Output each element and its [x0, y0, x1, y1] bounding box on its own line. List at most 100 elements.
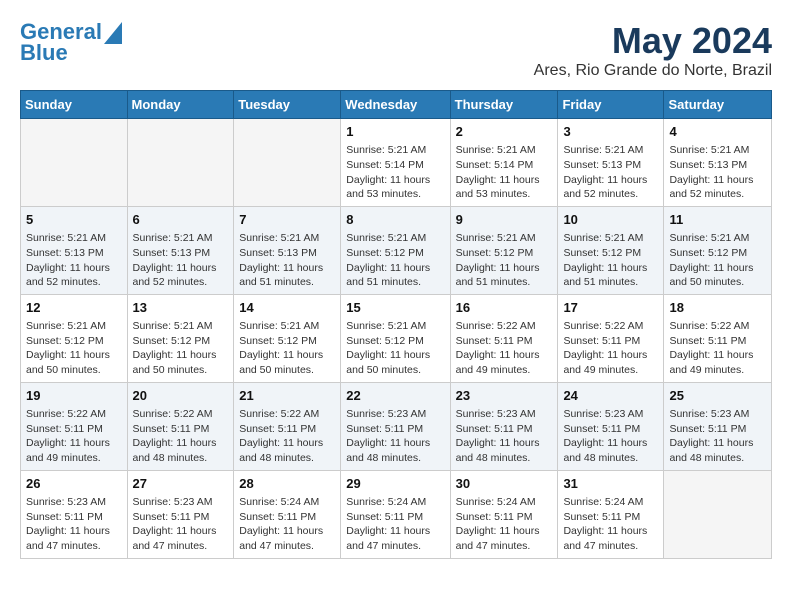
day-number: 9	[456, 211, 553, 229]
logo: General Blue	[20, 20, 122, 66]
header-wednesday: Wednesday	[341, 91, 450, 119]
day-info: Sunrise: 5:21 AM Sunset: 5:12 PM Dayligh…	[26, 319, 122, 378]
calendar-cell: 24 Sunrise: 5:23 AM Sunset: 5:11 PM Dayli…	[558, 382, 664, 470]
day-info: Sunrise: 5:22 AM Sunset: 5:11 PM Dayligh…	[133, 407, 229, 466]
calendar-cell: 17 Sunrise: 5:22 AM Sunset: 5:11 PM Dayli…	[558, 294, 664, 382]
day-number: 22	[346, 387, 444, 405]
day-number: 30	[456, 475, 553, 493]
day-number: 28	[239, 475, 335, 493]
day-number: 24	[563, 387, 658, 405]
calendar-cell	[127, 119, 234, 207]
calendar-cell: 11 Sunrise: 5:21 AM Sunset: 5:12 PM Dayli…	[664, 206, 772, 294]
title-block: May 2024 Ares, Rio Grande do Norte, Braz…	[534, 20, 772, 80]
day-info: Sunrise: 5:21 AM Sunset: 5:12 PM Dayligh…	[239, 319, 335, 378]
day-number: 27	[133, 475, 229, 493]
calendar-cell: 19 Sunrise: 5:22 AM Sunset: 5:11 PM Dayli…	[21, 382, 128, 470]
day-info: Sunrise: 5:21 AM Sunset: 5:12 PM Dayligh…	[133, 319, 229, 378]
calendar-cell: 4 Sunrise: 5:21 AM Sunset: 5:13 PM Daylig…	[664, 119, 772, 207]
day-info: Sunrise: 5:21 AM Sunset: 5:13 PM Dayligh…	[26, 231, 122, 290]
calendar-cell	[664, 470, 772, 558]
calendar-cell: 30 Sunrise: 5:24 AM Sunset: 5:11 PM Dayli…	[450, 470, 558, 558]
day-info: Sunrise: 5:23 AM Sunset: 5:11 PM Dayligh…	[133, 495, 229, 554]
day-info: Sunrise: 5:21 AM Sunset: 5:13 PM Dayligh…	[563, 143, 658, 202]
day-info: Sunrise: 5:21 AM Sunset: 5:12 PM Dayligh…	[563, 231, 658, 290]
calendar-cell: 18Sunrise: 5:22 AM Sunset: 5:11 PM Dayli…	[664, 294, 772, 382]
day-info: Sunrise: 5:21 AM Sunset: 5:12 PM Dayligh…	[456, 231, 553, 290]
calendar-week-row: 1 Sunrise: 5:21 AM Sunset: 5:14 PM Daylig…	[21, 119, 772, 207]
day-info: Sunrise: 5:22 AM Sunset: 5:11 PM Dayligh…	[456, 319, 553, 378]
day-info: Sunrise: 5:23 AM Sunset: 5:11 PM Dayligh…	[456, 407, 553, 466]
page-header: General Blue May 2024 Ares, Rio Grande d…	[20, 20, 772, 80]
day-info: Sunrise: 5:24 AM Sunset: 5:11 PM Dayligh…	[456, 495, 553, 554]
calendar-cell: 5Sunrise: 5:21 AM Sunset: 5:13 PM Daylig…	[21, 206, 128, 294]
day-number: 26	[26, 475, 122, 493]
day-number: 4	[669, 123, 766, 141]
day-info: Sunrise: 5:23 AM Sunset: 5:11 PM Dayligh…	[563, 407, 658, 466]
calendar-cell	[234, 119, 341, 207]
day-number: 29	[346, 475, 444, 493]
calendar-cell: 26 Sunrise: 5:23 AM Sunset: 5:11 PM Dayli…	[21, 470, 128, 558]
day-info: Sunrise: 5:21 AM Sunset: 5:14 PM Dayligh…	[456, 143, 553, 202]
calendar-cell: 6 Sunrise: 5:21 AM Sunset: 5:13 PM Daylig…	[127, 206, 234, 294]
day-number: 25	[669, 387, 766, 405]
calendar-cell: 21 Sunrise: 5:22 AM Sunset: 5:11 PM Dayli…	[234, 382, 341, 470]
day-number: 2	[456, 123, 553, 141]
calendar-cell: 8Sunrise: 5:21 AM Sunset: 5:12 PM Daylig…	[341, 206, 450, 294]
day-number: 21	[239, 387, 335, 405]
calendar-cell: 15 Sunrise: 5:21 AM Sunset: 5:12 PM Dayli…	[341, 294, 450, 382]
day-info: Sunrise: 5:24 AM Sunset: 5:11 PM Dayligh…	[346, 495, 444, 554]
calendar-cell: 27 Sunrise: 5:23 AM Sunset: 5:11 PM Dayli…	[127, 470, 234, 558]
day-number: 16	[456, 299, 553, 317]
day-number: 11	[669, 211, 766, 229]
day-info: Sunrise: 5:22 AM Sunset: 5:11 PM Dayligh…	[239, 407, 335, 466]
calendar-cell: 12 Sunrise: 5:21 AM Sunset: 5:12 PM Dayli…	[21, 294, 128, 382]
calendar-cell: 9 Sunrise: 5:21 AM Sunset: 5:12 PM Daylig…	[450, 206, 558, 294]
day-number: 1	[346, 123, 444, 141]
calendar-cell: 13Sunrise: 5:21 AM Sunset: 5:12 PM Dayli…	[127, 294, 234, 382]
location: Ares, Rio Grande do Norte, Brazil	[534, 62, 772, 80]
calendar-cell: 10 Sunrise: 5:21 AM Sunset: 5:12 PM Dayli…	[558, 206, 664, 294]
day-number: 3	[563, 123, 658, 141]
logo-icon	[104, 22, 122, 44]
calendar-cell: 23 Sunrise: 5:23 AM Sunset: 5:11 PM Dayli…	[450, 382, 558, 470]
day-number: 31	[563, 475, 658, 493]
day-info: Sunrise: 5:21 AM Sunset: 5:13 PM Dayligh…	[133, 231, 229, 290]
day-info: Sunrise: 5:21 AM Sunset: 5:12 PM Dayligh…	[669, 231, 766, 290]
day-info: Sunrise: 5:21 AM Sunset: 5:12 PM Dayligh…	[346, 319, 444, 378]
day-info: Sunrise: 5:21 AM Sunset: 5:14 PM Dayligh…	[346, 143, 444, 202]
day-info: Sunrise: 5:22 AM Sunset: 5:11 PM Dayligh…	[563, 319, 658, 378]
calendar-week-row: 19 Sunrise: 5:22 AM Sunset: 5:11 PM Dayli…	[21, 382, 772, 470]
calendar-cell: 28 Sunrise: 5:24 AM Sunset: 5:11 PM Dayli…	[234, 470, 341, 558]
day-number: 19	[26, 387, 122, 405]
calendar-header-row: SundayMondayTuesdayWednesdayThursdayFrid…	[21, 91, 772, 119]
calendar-cell: 20 Sunrise: 5:22 AM Sunset: 5:11 PM Dayli…	[127, 382, 234, 470]
day-info: Sunrise: 5:22 AM Sunset: 5:11 PM Dayligh…	[26, 407, 122, 466]
day-info: Sunrise: 5:21 AM Sunset: 5:12 PM Dayligh…	[346, 231, 444, 290]
day-info: Sunrise: 5:24 AM Sunset: 5:11 PM Dayligh…	[563, 495, 658, 554]
day-number: 12	[26, 299, 122, 317]
day-number: 20	[133, 387, 229, 405]
calendar-cell: 31 Sunrise: 5:24 AM Sunset: 5:11 PM Dayli…	[558, 470, 664, 558]
day-number: 7	[239, 211, 335, 229]
calendar-cell: 22Sunrise: 5:23 AM Sunset: 5:11 PM Dayli…	[341, 382, 450, 470]
day-number: 17	[563, 299, 658, 317]
header-thursday: Thursday	[450, 91, 558, 119]
calendar-week-row: 5Sunrise: 5:21 AM Sunset: 5:13 PM Daylig…	[21, 206, 772, 294]
calendar-cell: 16 Sunrise: 5:22 AM Sunset: 5:11 PM Dayli…	[450, 294, 558, 382]
logo-blue: Blue	[20, 40, 68, 66]
day-number: 18	[669, 299, 766, 317]
day-number: 6	[133, 211, 229, 229]
day-info: Sunrise: 5:24 AM Sunset: 5:11 PM Dayligh…	[239, 495, 335, 554]
day-number: 23	[456, 387, 553, 405]
day-number: 15	[346, 299, 444, 317]
header-monday: Monday	[127, 91, 234, 119]
calendar-cell: 25Sunrise: 5:23 AM Sunset: 5:11 PM Dayli…	[664, 382, 772, 470]
day-info: Sunrise: 5:21 AM Sunset: 5:13 PM Dayligh…	[239, 231, 335, 290]
day-info: Sunrise: 5:23 AM Sunset: 5:11 PM Dayligh…	[26, 495, 122, 554]
header-sunday: Sunday	[21, 91, 128, 119]
calendar-cell	[21, 119, 128, 207]
calendar-cell: 7 Sunrise: 5:21 AM Sunset: 5:13 PM Daylig…	[234, 206, 341, 294]
day-number: 10	[563, 211, 658, 229]
day-info: Sunrise: 5:21 AM Sunset: 5:13 PM Dayligh…	[669, 143, 766, 202]
calendar-cell: 3 Sunrise: 5:21 AM Sunset: 5:13 PM Daylig…	[558, 119, 664, 207]
